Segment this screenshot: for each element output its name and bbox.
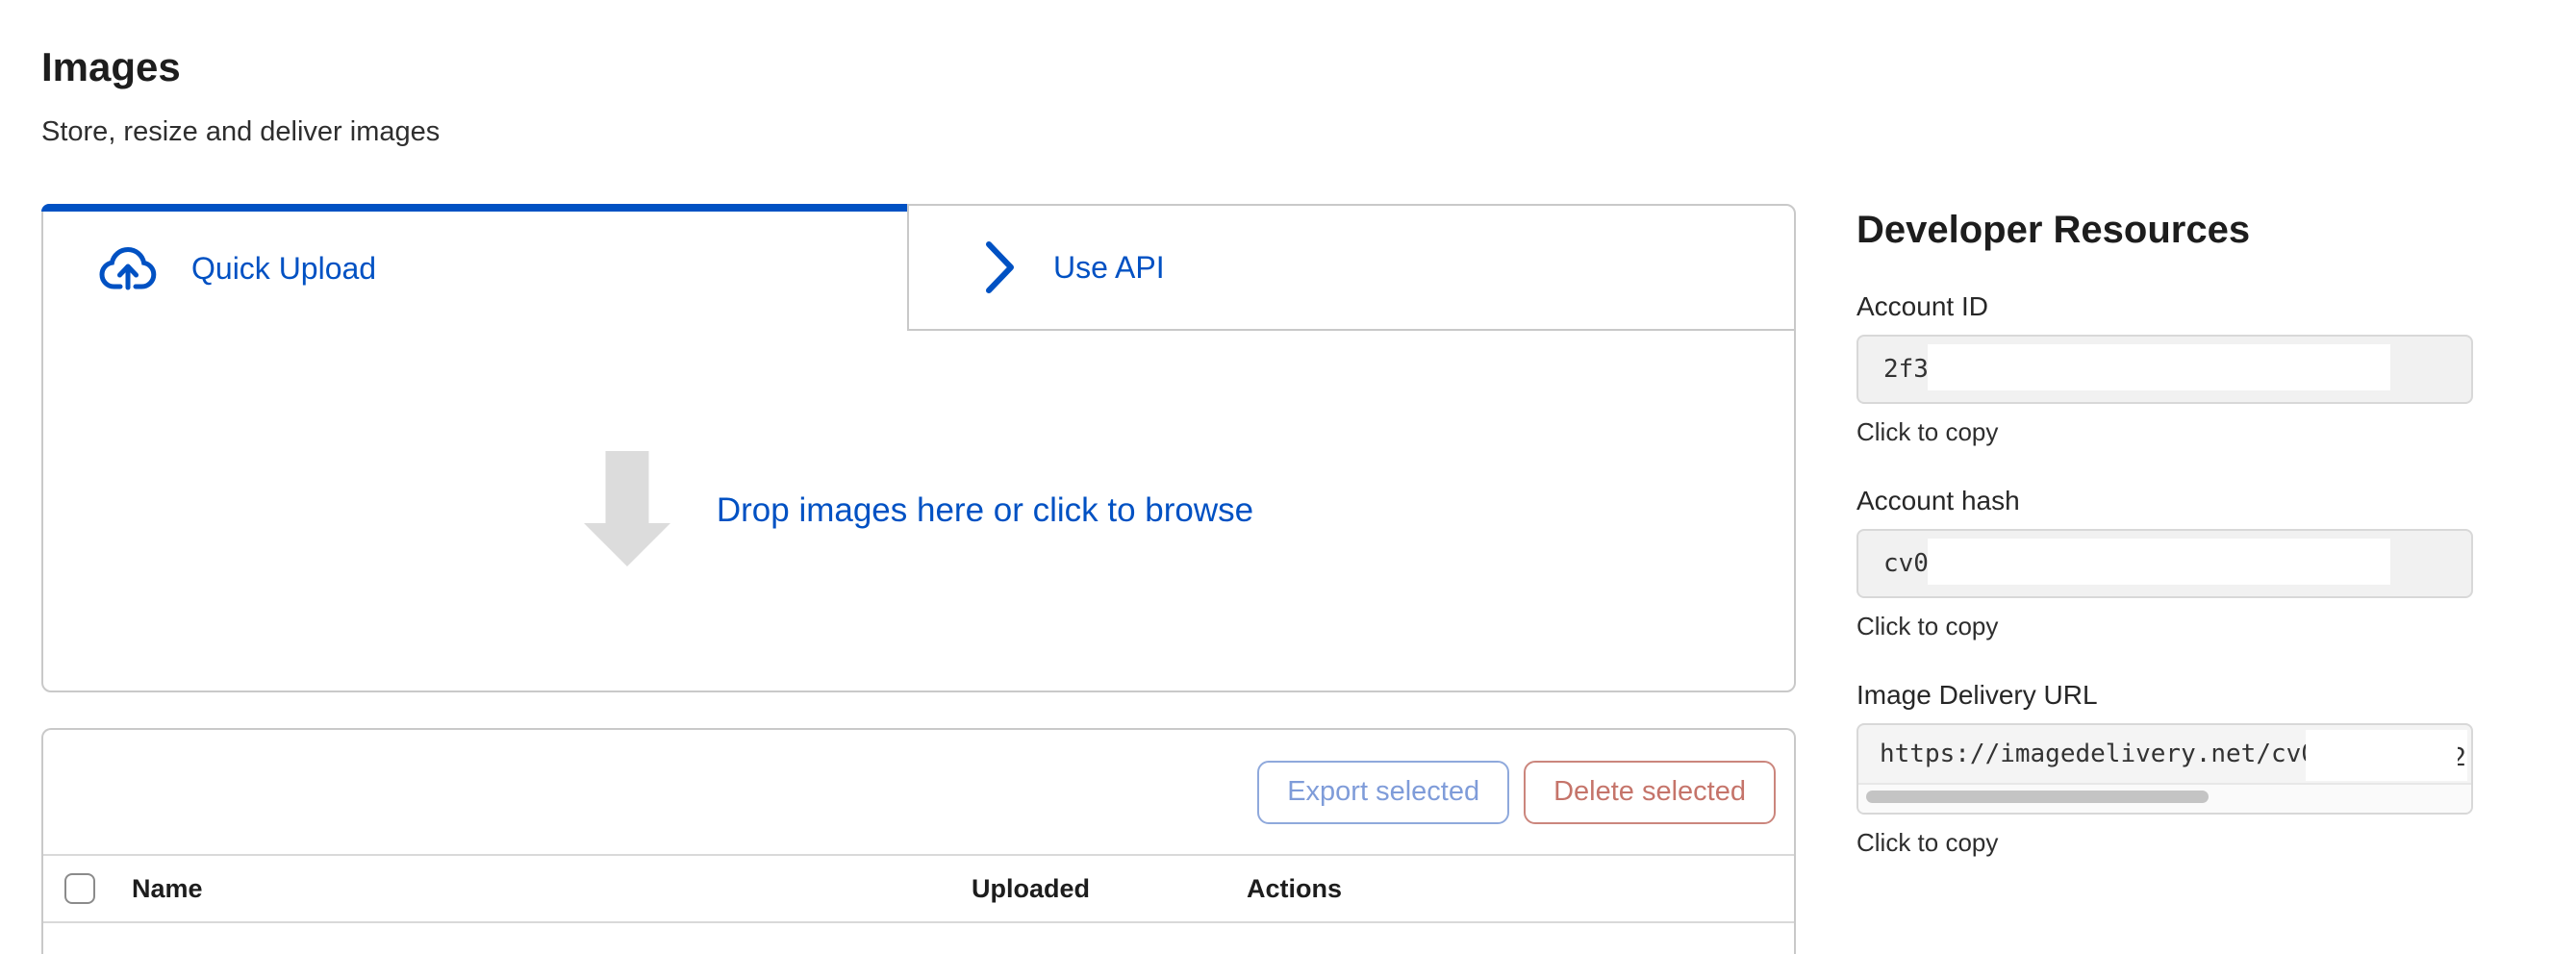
page-title: Images <box>41 0 2576 90</box>
column-header-uploaded: Uploaded <box>972 874 1247 904</box>
dropzone-label: Drop images here or click to browse <box>717 491 1253 530</box>
tab-use-api[interactable]: Use API <box>909 206 1794 331</box>
tab-use-api-label: Use API <box>1053 250 1165 286</box>
scrollbar-thumb[interactable] <box>1866 791 2209 803</box>
delete-selected-button[interactable]: Delete selected <box>1524 761 1776 824</box>
account-hash-copy-hint: Click to copy <box>1856 612 2473 640</box>
horizontal-scrollbar[interactable] <box>1858 785 2471 813</box>
upload-card: Quick Upload Use API <box>41 204 1796 692</box>
column-header-actions: Actions <box>1247 874 1794 904</box>
images-page: Images Store, resize and deliver images <box>0 0 2576 954</box>
dropzone[interactable]: Drop images here or click to browse <box>43 331 1794 690</box>
developer-resources-panel: Developer Resources Account ID 2f3d Clic… <box>1856 204 2473 857</box>
arrow-down-icon <box>584 451 670 571</box>
image-delivery-url-copy-hint: Click to copy <box>1856 828 2473 857</box>
account-id-label: Account ID <box>1856 290 2473 323</box>
select-all-checkbox[interactable] <box>64 873 95 904</box>
account-id-copy-hint: Click to copy <box>1856 417 2473 446</box>
account-hash-copy-box[interactable]: cv0J <box>1856 529 2473 598</box>
main-content: Quick Upload Use API <box>41 204 2576 954</box>
image-delivery-url-copy-box[interactable]: https://imagedelivery.net/cv0JSj 2 <box>1856 723 2473 815</box>
developer-resources-heading: Developer Resources <box>1856 208 2473 252</box>
column-header-name: Name <box>132 874 972 904</box>
list-toolbar: Export selected Delete selected <box>43 730 1794 856</box>
account-id-copy-box[interactable]: 2f3d <box>1856 335 2473 404</box>
chevron-right-icon <box>984 239 1017 295</box>
tab-quick-upload-label: Quick Upload <box>191 251 376 287</box>
image-delivery-url-redaction <box>2306 730 2467 781</box>
image-list-card: Export selected Delete selected Name Upl… <box>41 728 1796 954</box>
table-header-row: Name Uploaded Actions <box>43 856 1794 923</box>
account-hash-redaction <box>1928 539 2390 585</box>
export-selected-button[interactable]: Export selected <box>1257 761 1509 824</box>
cloud-upload-icon <box>97 245 159 291</box>
tab-quick-upload[interactable]: Quick Upload <box>43 206 909 331</box>
image-delivery-url-fragment: 2 <box>2458 743 2466 770</box>
account-hash-label: Account hash <box>1856 485 2473 517</box>
upload-section: Quick Upload Use API <box>41 204 1796 954</box>
image-delivery-url-label: Image Delivery URL <box>1856 679 2473 712</box>
upload-tabs: Quick Upload Use API <box>43 206 1794 331</box>
page-subtitle: Store, resize and deliver images <box>41 115 2576 148</box>
account-id-redaction <box>1928 344 2390 390</box>
